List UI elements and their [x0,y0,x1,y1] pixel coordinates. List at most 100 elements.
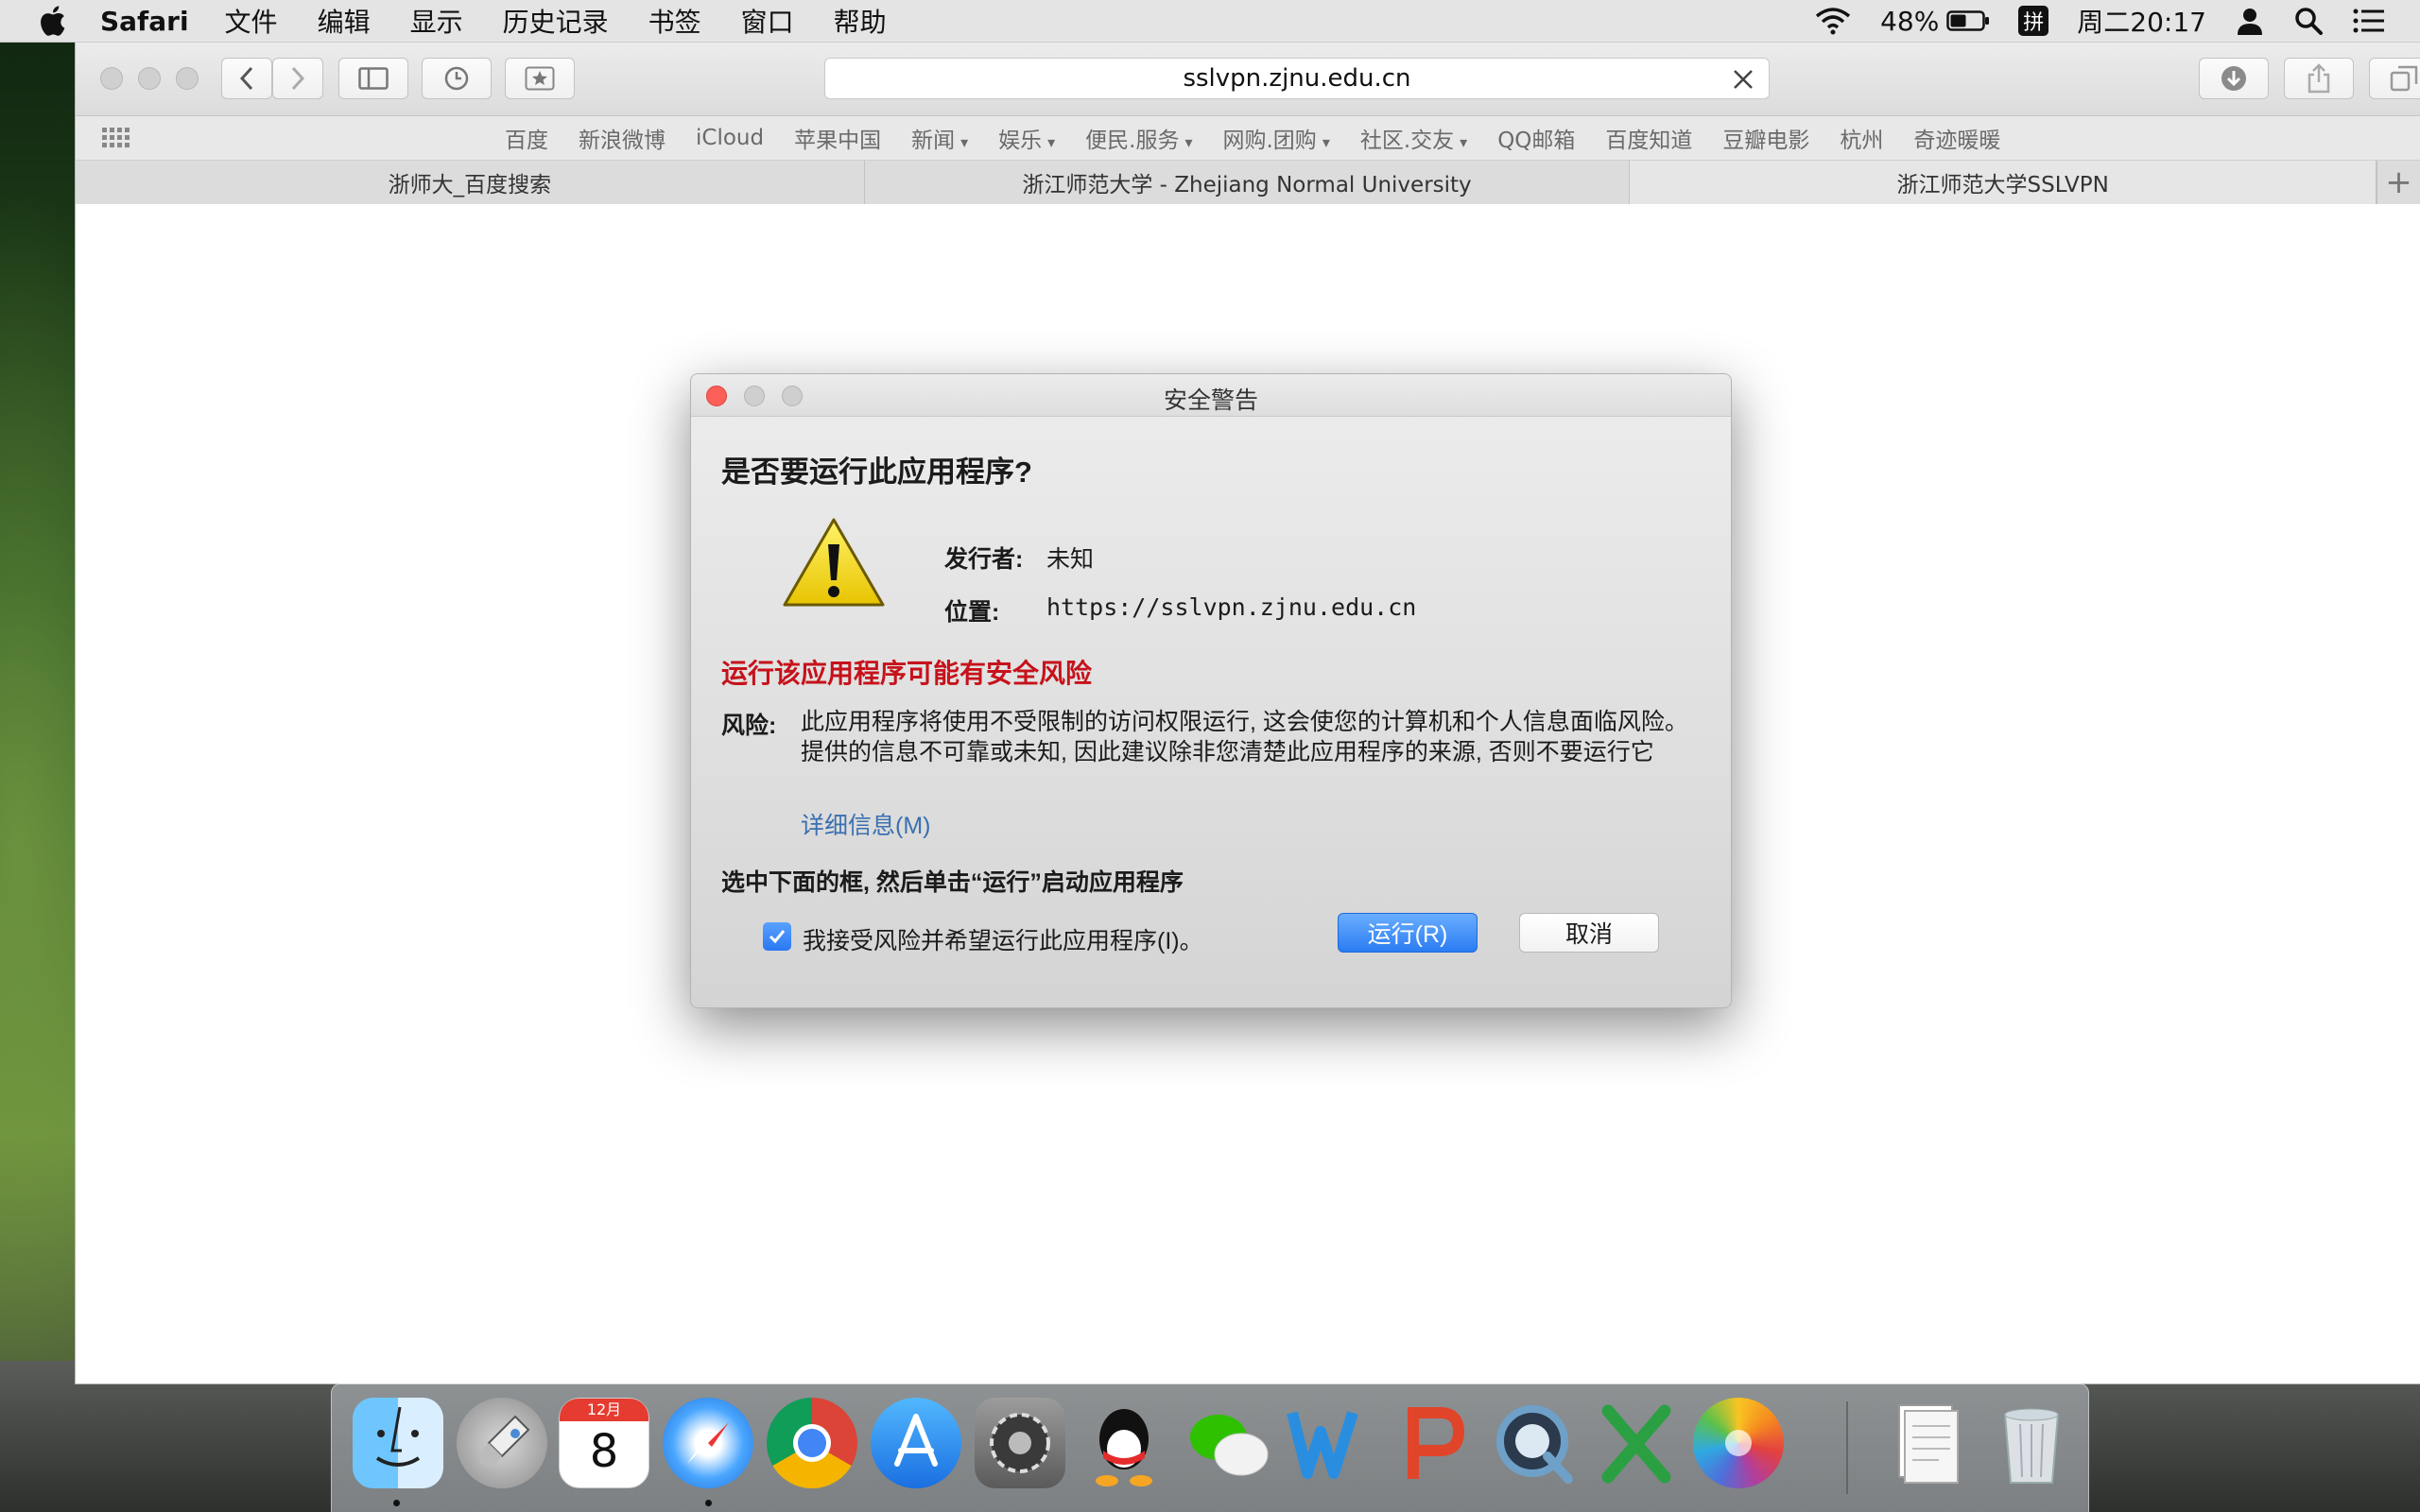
favorite-qq-mail[interactable]: QQ邮箱 [1497,122,1575,154]
wechat-icon[interactable] [1183,1398,1273,1488]
share-icon [2308,63,2330,94]
powerpoint-icon[interactable] [1387,1398,1478,1488]
wifi-icon[interactable] [1814,7,1852,35]
address-bar-url: sslvpn.zjnu.edu.cn [1183,64,1411,93]
word-icon[interactable] [1285,1398,1375,1488]
system-preferences-icon[interactable] [975,1398,1065,1488]
tab-baidu-search[interactable]: 浙师大_百度搜索 [76,161,865,204]
chrome-icon[interactable] [767,1398,857,1488]
dialog-title: 安全警告 [1163,387,1258,414]
favorite-folder-label: 新闻 [911,129,956,153]
sidebar-toggle-button[interactable] [338,58,408,99]
tab-zjnu-sslvpn[interactable]: 浙江师范大学SSLVPN [1630,161,2377,204]
back-button[interactable] [221,58,272,99]
menubar-clock[interactable]: 周二20:17 [2077,2,2206,40]
location-value: https://sslvpn.zjnu.edu.cn [1046,593,1417,621]
security-warning-dialog: 安全警告 是否要运行此应用程序? 发行者: 未知 位置: https://ssl… [690,373,1732,1008]
input-method-icon[interactable]: 拼 [2018,6,2049,36]
star-icon [525,66,555,91]
risk-warning-title: 运行该应用程序可能有安全风险 [721,659,1093,688]
favorite-folder-label: 娱乐 [998,129,1043,153]
favorite-icloud[interactable]: iCloud [696,126,764,150]
menu-edit[interactable]: 编辑 [318,2,371,40]
download-icon [2221,66,2246,91]
qq-icon[interactable] [1079,1398,1169,1488]
menu-view[interactable]: 显示 [410,2,463,40]
chevron-down-icon: ▾ [1047,133,1056,151]
favorite-apple-china[interactable]: 苹果中国 [794,122,881,154]
run-button[interactable]: 运行(R) [1338,913,1478,953]
tabs-icon [2390,65,2418,92]
tab-zjnu-home[interactable]: 浙江师范大学 - Zhejiang Normal University [865,161,1631,204]
downloads-button[interactable] [2199,58,2269,99]
more-info-link[interactable]: 详细信息(M) [801,807,930,841]
chevron-down-icon: ▾ [960,133,969,151]
menu-app-name[interactable]: Safari [100,6,189,37]
calendar-icon[interactable]: 12月 8 [559,1398,649,1488]
accept-risk-label[interactable]: 我接受风险并希望运行此应用程序(I)。 [803,922,1203,956]
menu-help[interactable]: 帮助 [834,2,887,40]
favorite-hangzhou[interactable]: 杭州 [1840,122,1883,154]
photos-icon[interactable] [1693,1398,1784,1488]
publisher-value: 未知 [1046,546,1095,573]
favorite-news-folder[interactable]: 新闻 ▾ [911,122,968,154]
dialog-heading: 是否要运行此应用程序? [721,455,1032,489]
favorite-baidu-zhidao[interactable]: 百度知道 [1605,122,1692,154]
top-sites-button[interactable] [505,58,575,99]
close-icon[interactable] [1731,67,1755,92]
risk-description: 此应用程序将使用不受限制的访问权限运行, 这会使您的计算机和个人信息面临风险。提… [801,709,1688,765]
new-tab-button[interactable]: + [2377,161,2420,204]
chevron-down-icon: ▾ [1460,133,1468,151]
tab-overview-button[interactable] [2369,58,2420,99]
clock-icon [444,66,469,91]
favorite-community-folder[interactable]: 社区.交友 ▾ [1360,122,1467,154]
cancel-button[interactable]: 取消 [1519,913,1659,953]
safari-icon[interactable] [663,1398,753,1488]
history-button[interactable] [422,58,492,99]
quicktime-icon[interactable] [1489,1398,1580,1488]
battery-percent: 48% [1880,5,1940,37]
excel-icon[interactable] [1591,1398,1682,1488]
share-button[interactable] [2284,58,2354,99]
dock-separator [1846,1401,1848,1494]
window-close-button[interactable] [100,67,123,90]
risk-label: 风险: [721,713,777,739]
forward-button[interactable] [272,58,323,99]
accept-risk-checkbox[interactable] [763,922,791,951]
favorite-douban-movie[interactable]: 豆瓣电影 [1722,122,1809,154]
menu-window[interactable]: 窗口 [741,2,794,40]
chevron-down-icon: ▾ [1322,133,1330,151]
window-zoom-button[interactable] [176,67,199,90]
tab-label: 浙江师范大学 - Zhejiang Normal University [1022,173,1472,198]
finder-icon[interactable] [353,1398,443,1488]
favorite-entertainment-folder[interactable]: 娱乐 ▾ [998,122,1055,154]
window-minimize-button[interactable] [138,67,161,90]
menu-history[interactable]: 历史记录 [503,2,609,40]
favorites-bar: 百度 新浪微博 iCloud 苹果中国 新闻 ▾ 娱乐 ▾ 便民.服务 ▾ 网购.团购… [76,116,2420,161]
address-bar[interactable]: sslvpn.zjnu.edu.cn [824,58,1770,99]
chevron-right-icon [291,66,305,91]
plus-icon: + [2385,163,2412,201]
calendar-day: 8 [589,1425,619,1478]
spotlight-search-icon[interactable] [2293,6,2324,36]
apps-grid-icon[interactable] [102,128,130,148]
app-store-icon[interactable] [871,1398,961,1488]
launchpad-icon[interactable] [457,1398,547,1488]
favorite-services-folder[interactable]: 便民.服务 ▾ [1085,122,1192,154]
tab-label: 浙江师范大学SSLVPN [1896,173,2109,198]
menu-file[interactable]: 文件 [225,2,278,40]
battery-icon[interactable] [1946,9,1990,32]
chevron-left-icon [239,66,253,91]
calendar-month: 12月 [560,1399,648,1421]
menu-bookmarks[interactable]: 书签 [648,2,701,40]
trash-icon[interactable] [1986,1398,2077,1488]
notification-center-icon[interactable] [2352,8,2386,34]
documents-stack-icon[interactable] [1882,1398,1973,1488]
apple-icon[interactable] [38,5,66,37]
favorite-shopping-folder[interactable]: 网购.团购 ▾ [1223,122,1330,154]
favorite-nikki[interactable]: 奇迹暖暖 [1913,122,2000,154]
dialog-titlebar: 安全警告 [691,374,1731,417]
favorite-weibo[interactable]: 新浪微博 [579,122,666,154]
user-icon[interactable] [2235,6,2265,36]
favorite-baidu[interactable]: 百度 [505,122,548,154]
